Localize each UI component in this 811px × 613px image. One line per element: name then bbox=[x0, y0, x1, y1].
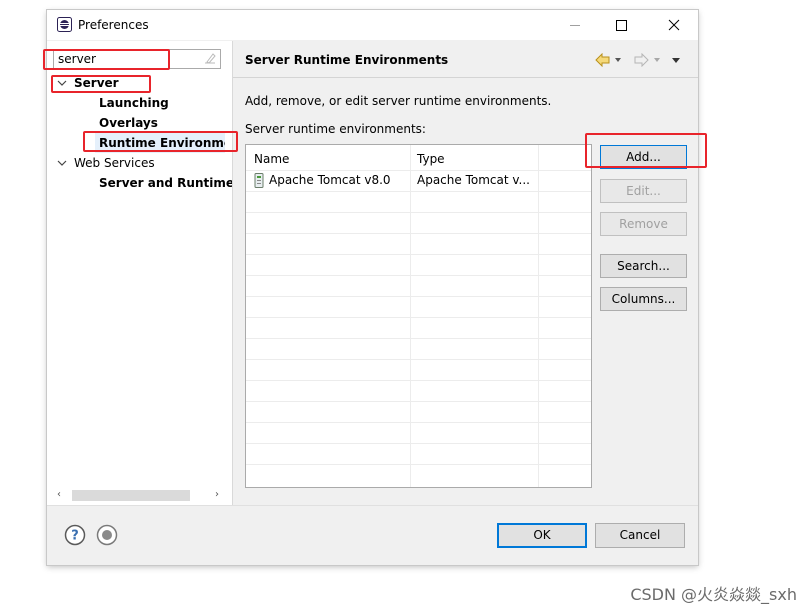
row-divider bbox=[246, 317, 591, 318]
column-header-type[interactable]: Type bbox=[417, 152, 445, 166]
row-divider bbox=[246, 233, 591, 234]
page-navigation bbox=[595, 53, 680, 67]
tree-item-label: Runtime Environme bbox=[99, 136, 225, 150]
add-button[interactable]: Add... bbox=[600, 145, 687, 169]
row-divider bbox=[246, 464, 591, 465]
tree-item-runtime-environments[interactable]: Runtime Environme bbox=[95, 133, 225, 153]
back-menu-chevron-icon[interactable] bbox=[615, 58, 621, 62]
tomcat-server-icon bbox=[254, 173, 264, 188]
view-menu-icon[interactable] bbox=[672, 58, 680, 63]
page-description: Add, remove, or edit server runtime envi… bbox=[245, 94, 552, 108]
cell-type: Apache Tomcat v... bbox=[417, 173, 530, 187]
window-title: Preferences bbox=[78, 18, 149, 32]
svg-text:?: ? bbox=[71, 529, 79, 544]
scrollbar-thumb[interactable] bbox=[72, 490, 190, 501]
search-button[interactable]: Search... bbox=[600, 254, 687, 278]
preferences-dialog: Preferences server Server Launching Over… bbox=[47, 10, 698, 565]
table-label: Server runtime environments: bbox=[245, 122, 426, 136]
runtime-environments-table[interactable]: Name Type Apache Tomcat v8.0 Apache Tomc… bbox=[245, 144, 592, 488]
row-divider bbox=[246, 359, 591, 360]
filter-input[interactable]: server bbox=[53, 49, 221, 69]
tree-item-label: Launching bbox=[99, 96, 169, 110]
chevron-down-icon[interactable] bbox=[57, 158, 67, 168]
scroll-right-icon[interactable]: › bbox=[212, 489, 222, 501]
maximize-button[interactable] bbox=[598, 10, 644, 40]
row-divider bbox=[246, 422, 591, 423]
close-icon bbox=[668, 19, 680, 31]
forward-arrow-icon[interactable] bbox=[634, 53, 649, 67]
tree-item-label: Server bbox=[74, 76, 119, 90]
row-divider bbox=[246, 401, 591, 402]
row-divider bbox=[246, 275, 591, 276]
tree-item-label: Server and Runtime bbox=[99, 176, 234, 190]
row-divider bbox=[246, 338, 591, 339]
scroll-left-icon[interactable]: ‹ bbox=[54, 489, 64, 501]
row-divider bbox=[246, 191, 591, 192]
row-divider bbox=[246, 380, 591, 381]
back-arrow-icon[interactable] bbox=[595, 53, 610, 67]
cell-name: Apache Tomcat v8.0 bbox=[269, 173, 391, 187]
row-divider bbox=[246, 212, 591, 213]
footer-divider bbox=[47, 505, 698, 506]
chevron-down-icon[interactable] bbox=[57, 78, 67, 88]
columns-button[interactable]: Columns... bbox=[600, 287, 687, 311]
tree-item-overlays[interactable]: Overlays bbox=[99, 113, 158, 133]
column-divider bbox=[410, 145, 411, 487]
row-divider bbox=[246, 443, 591, 444]
row-divider bbox=[246, 254, 591, 255]
preference-page: Server Runtime Environments Add, remove,… bbox=[233, 41, 698, 505]
remove-button[interactable]: Remove bbox=[600, 212, 687, 236]
tree-horizontal-scrollbar[interactable]: ‹ › bbox=[54, 488, 224, 502]
row-divider bbox=[246, 296, 591, 297]
column-divider bbox=[538, 145, 539, 487]
import-export-icon[interactable] bbox=[96, 524, 118, 546]
header-divider bbox=[233, 77, 698, 78]
title-bar: Preferences bbox=[47, 10, 698, 40]
tree-item-launching[interactable]: Launching bbox=[99, 93, 169, 113]
forward-menu-chevron-icon[interactable] bbox=[654, 58, 660, 62]
table-row[interactable]: Apache Tomcat v8.0 Apache Tomcat v... bbox=[246, 170, 591, 191]
preference-tree-pane: server Server Launching Overlays Runtime… bbox=[47, 41, 234, 505]
clear-filter-icon[interactable] bbox=[204, 52, 216, 64]
tree-item-label: Overlays bbox=[99, 116, 158, 130]
close-button[interactable] bbox=[652, 10, 698, 40]
filter-text: server bbox=[58, 52, 96, 66]
edit-button[interactable]: Edit... bbox=[600, 179, 687, 203]
eclipse-app-icon bbox=[57, 17, 72, 32]
ok-button[interactable]: OK bbox=[497, 523, 587, 548]
watermark: CSDN @火炎焱燚_sxh bbox=[630, 585, 797, 604]
tree-item-label: Web Services bbox=[74, 156, 155, 170]
page-title: Server Runtime Environments bbox=[245, 53, 449, 67]
minimize-button[interactable] bbox=[552, 10, 598, 40]
tree-item-web-services[interactable]: Web Services bbox=[53, 153, 223, 173]
column-header-name[interactable]: Name bbox=[254, 152, 289, 166]
tree-item-server[interactable]: Server bbox=[53, 73, 223, 93]
tree-item-server-and-runtime[interactable]: Server and Runtime bbox=[99, 173, 234, 193]
page-header: Server Runtime Environments bbox=[233, 41, 698, 77]
help-icon[interactable]: ? bbox=[64, 524, 86, 546]
cancel-button[interactable]: Cancel bbox=[595, 523, 685, 548]
